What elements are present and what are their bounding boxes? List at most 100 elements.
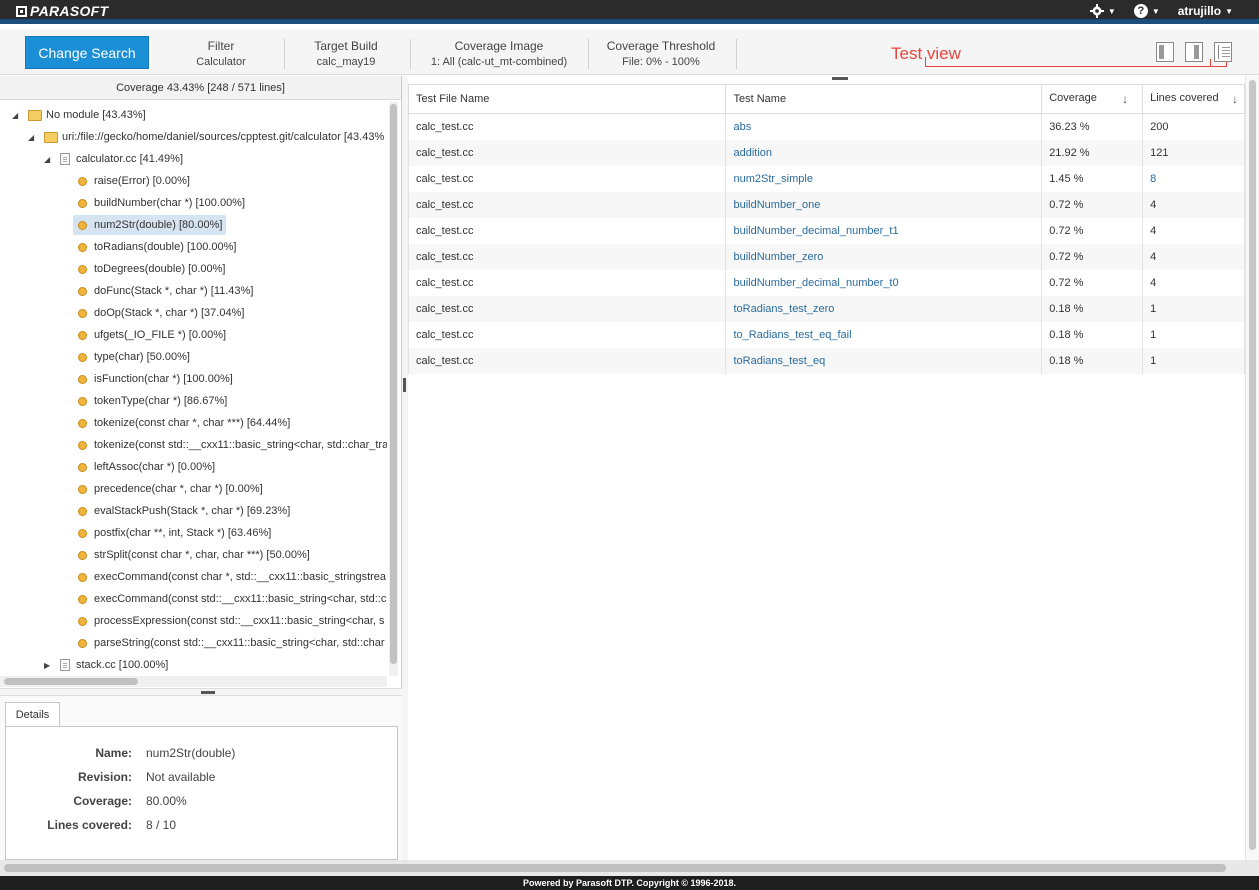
user-menu[interactable]: atrujillo ▼ [1178,4,1233,18]
view-split-icon[interactable] [1185,42,1203,62]
horizontal-splitter[interactable] [0,688,402,696]
search-criteria-bar: Change Search Filter Calculator Target B… [0,29,1259,75]
table-vertical-scrollbar[interactable] [1245,76,1259,860]
cell-test-name-link[interactable]: buildNumber_zero [725,243,1043,270]
table-row[interactable]: calc_test.cc toRadians_test_zero 0.18 % 1 [407,295,1245,322]
tree-node-label: processExpression(const std::__cxx11::ba… [94,615,385,627]
column-label: Lines covered [1150,92,1219,104]
criteria-target-build[interactable]: Target Build calc_may19 [290,39,402,68]
tree-node-function[interactable]: evalStackPush(Stack *, char *) [69.23%] [78,501,290,521]
cell-test-name-link[interactable]: addition [725,139,1043,166]
criteria-label: Coverage Threshold [606,39,716,53]
tree-node-function-selected[interactable]: num2Str(double) [80.00%] [73,215,227,235]
criteria-coverage-image[interactable]: Coverage Image 1: All (calc-ut_mt-combin… [416,39,582,68]
table-row[interactable]: calc_test.cc buildNumber_one 0.72 % 4 [407,191,1245,218]
cell-test-name-link[interactable]: buildNumber_decimal_number_t1 [725,217,1043,244]
tree-node-function[interactable]: isFunction(char *) [100.00%] [78,369,233,389]
tree-node-function[interactable]: type(char) [50.00%] [78,347,190,367]
tree-node-function[interactable]: buildNumber(char *) [100.00%] [78,193,245,213]
parasoft-logo[interactable]: PARASOFT [16,3,108,19]
tree-node-path[interactable]: ◢ uri:/file://gecko/home/daniel/sources/… [28,127,384,147]
tree-node-function[interactable]: tokenize(const std::__cxx11::basic_strin… [78,435,387,455]
divider [284,39,285,69]
splitter-grip-icon[interactable] [832,77,848,80]
collapsed-arrow-icon[interactable]: ▶ [44,661,54,670]
cell-test-name-link[interactable]: to_Radians_test_eq_fail [725,321,1043,348]
chevron-down-icon: ▼ [1107,6,1116,16]
cell-test-name-link[interactable]: abs [725,113,1043,140]
help-menu[interactable]: ? ▼ [1133,4,1160,18]
splitter-grip-icon[interactable] [403,378,406,392]
tree-node-function[interactable]: postfix(char **, int, Stack *) [63.46%] [78,523,271,543]
tree-node-function[interactable]: execCommand(const std::__cxx11::basic_st… [78,589,386,609]
tree-node-function[interactable]: tokenType(char *) [86.67%] [78,391,227,411]
brand-name: PARASOFT [30,3,109,19]
tree-node-function[interactable]: precedence(char *, char *) [0.00%] [78,479,263,499]
scrollbar-thumb[interactable] [4,678,138,685]
scrollbar-thumb[interactable] [390,104,397,664]
tab-details[interactable]: Details [5,702,60,727]
tree-node-function[interactable]: toDegrees(double) [0.00%] [78,259,225,279]
tree-node-label: strSplit(const char *, char, char ***) [… [94,549,310,561]
criteria-filter[interactable]: Filter Calculator [168,39,274,68]
chevron-down-icon: ▼ [1225,6,1233,16]
column-header-lines-covered[interactable]: Lines covered ↓ [1142,84,1245,114]
tree-node-function[interactable]: tokenize(const char *, char ***) [64.44%… [78,413,290,433]
scrollbar-thumb[interactable] [1249,80,1256,850]
tree-node-function[interactable]: parseString(const std::__cxx11::basic_st… [78,633,385,653]
tree-node-file[interactable]: ◢ calculator.cc [41.49%] [44,149,183,169]
detail-row-coverage: Coverage: 80.00% [6,794,399,814]
tree-node-function[interactable]: toRadians(double) [100.00%] [78,237,236,257]
sort-arrow-icon[interactable]: ↓ [1122,92,1128,106]
table-row[interactable]: calc_test.cc addition 21.92 % 121 [407,139,1245,166]
table-row[interactable]: calc_test.cc buildNumber_decimal_number_t… [407,217,1245,244]
tree-node-function[interactable]: raise(Error) [0.00%] [78,171,190,191]
tree-node-function[interactable]: leftAssoc(char *) [0.00%] [78,457,215,477]
cell-test-name-link[interactable]: toRadians_test_eq [725,347,1043,374]
settings-menu[interactable]: ▼ [1089,4,1116,18]
tree-node-module[interactable]: ◢ No module [43.43%] [12,105,146,125]
expanded-arrow-icon[interactable]: ◢ [28,133,38,142]
tree-vertical-scrollbar[interactable] [389,102,398,676]
expanded-arrow-icon[interactable]: ◢ [12,111,22,120]
table-row[interactable]: calc_test.cc toRadians_test_eq 0.18 % 1 [407,347,1245,374]
splitter-grip-icon[interactable] [201,691,215,694]
view-tree-icon[interactable] [1156,42,1174,62]
scrollbar-thumb[interactable] [4,864,1226,872]
cell-file: calc_test.cc [407,321,727,348]
table-row[interactable]: calc_test.cc buildNumber_decimal_number_t… [407,269,1245,296]
detail-value: 80.00% [146,794,187,808]
tree-node-function[interactable]: ufgets(_IO_FILE *) [0.00%] [78,325,226,345]
cell-test-name-link[interactable]: toRadians_test_zero [725,295,1043,322]
function-dot-icon [78,198,87,208]
expanded-arrow-icon[interactable]: ◢ [44,155,54,164]
change-search-button[interactable]: Change Search [25,36,149,69]
tree-node-function[interactable]: processExpression(const std::__cxx11::ba… [78,611,385,631]
table-row[interactable]: calc_test.cc num2Str_simple 1.45 % 8 [407,165,1245,192]
cell-test-name-link[interactable]: buildNumber_decimal_number_t0 [725,269,1043,296]
tree-node-file[interactable]: ▶ stack.cc [100.00%] [44,655,168,675]
tree-node-function[interactable]: strSplit(const char *, char, char ***) [… [78,545,310,565]
criteria-coverage-threshold[interactable]: Coverage Threshold File: 0% - 100% [594,39,728,68]
column-header-coverage[interactable]: Coverage ↓ [1041,84,1144,114]
tree-node-function[interactable]: execCommand(const char *, std::__cxx11::… [78,567,386,587]
table-row[interactable]: calc_test.cc to_Radians_test_eq_fail 0.18 … [407,321,1245,348]
table-row[interactable]: calc_test.cc abs 36.23 % 200 [407,113,1245,140]
detail-key: Lines covered: [47,818,132,832]
tree-node-function[interactable]: doOp(Stack *, char *) [37.04%] [78,303,244,323]
cell-test-name-link[interactable]: buildNumber_one [725,191,1043,218]
cell-file: calc_test.cc [407,191,727,218]
column-header-test-file[interactable]: Test File Name [407,84,727,114]
table-row[interactable]: calc_test.cc buildNumber_zero 0.72 % 4 [407,243,1245,270]
sort-arrow-icon[interactable]: ↓ [1232,92,1238,106]
coverage-summary: Coverage 43.43% [248 / 571 lines] [0,76,401,100]
column-header-test-name[interactable]: Test Name [725,84,1043,114]
tree-horizontal-scrollbar[interactable] [0,676,387,687]
view-test-icon[interactable] [1214,42,1232,62]
tree-node-function[interactable]: doFunc(Stack *, char *) [11.43%] [78,281,253,301]
cell-test-name-link[interactable]: num2Str_simple [725,165,1043,192]
page-horizontal-scrollbar[interactable] [0,860,1259,876]
column-label: Coverage [1049,92,1097,104]
tree-node-label: toRadians(double) [100.00%] [94,241,237,253]
function-dot-icon [78,374,87,384]
